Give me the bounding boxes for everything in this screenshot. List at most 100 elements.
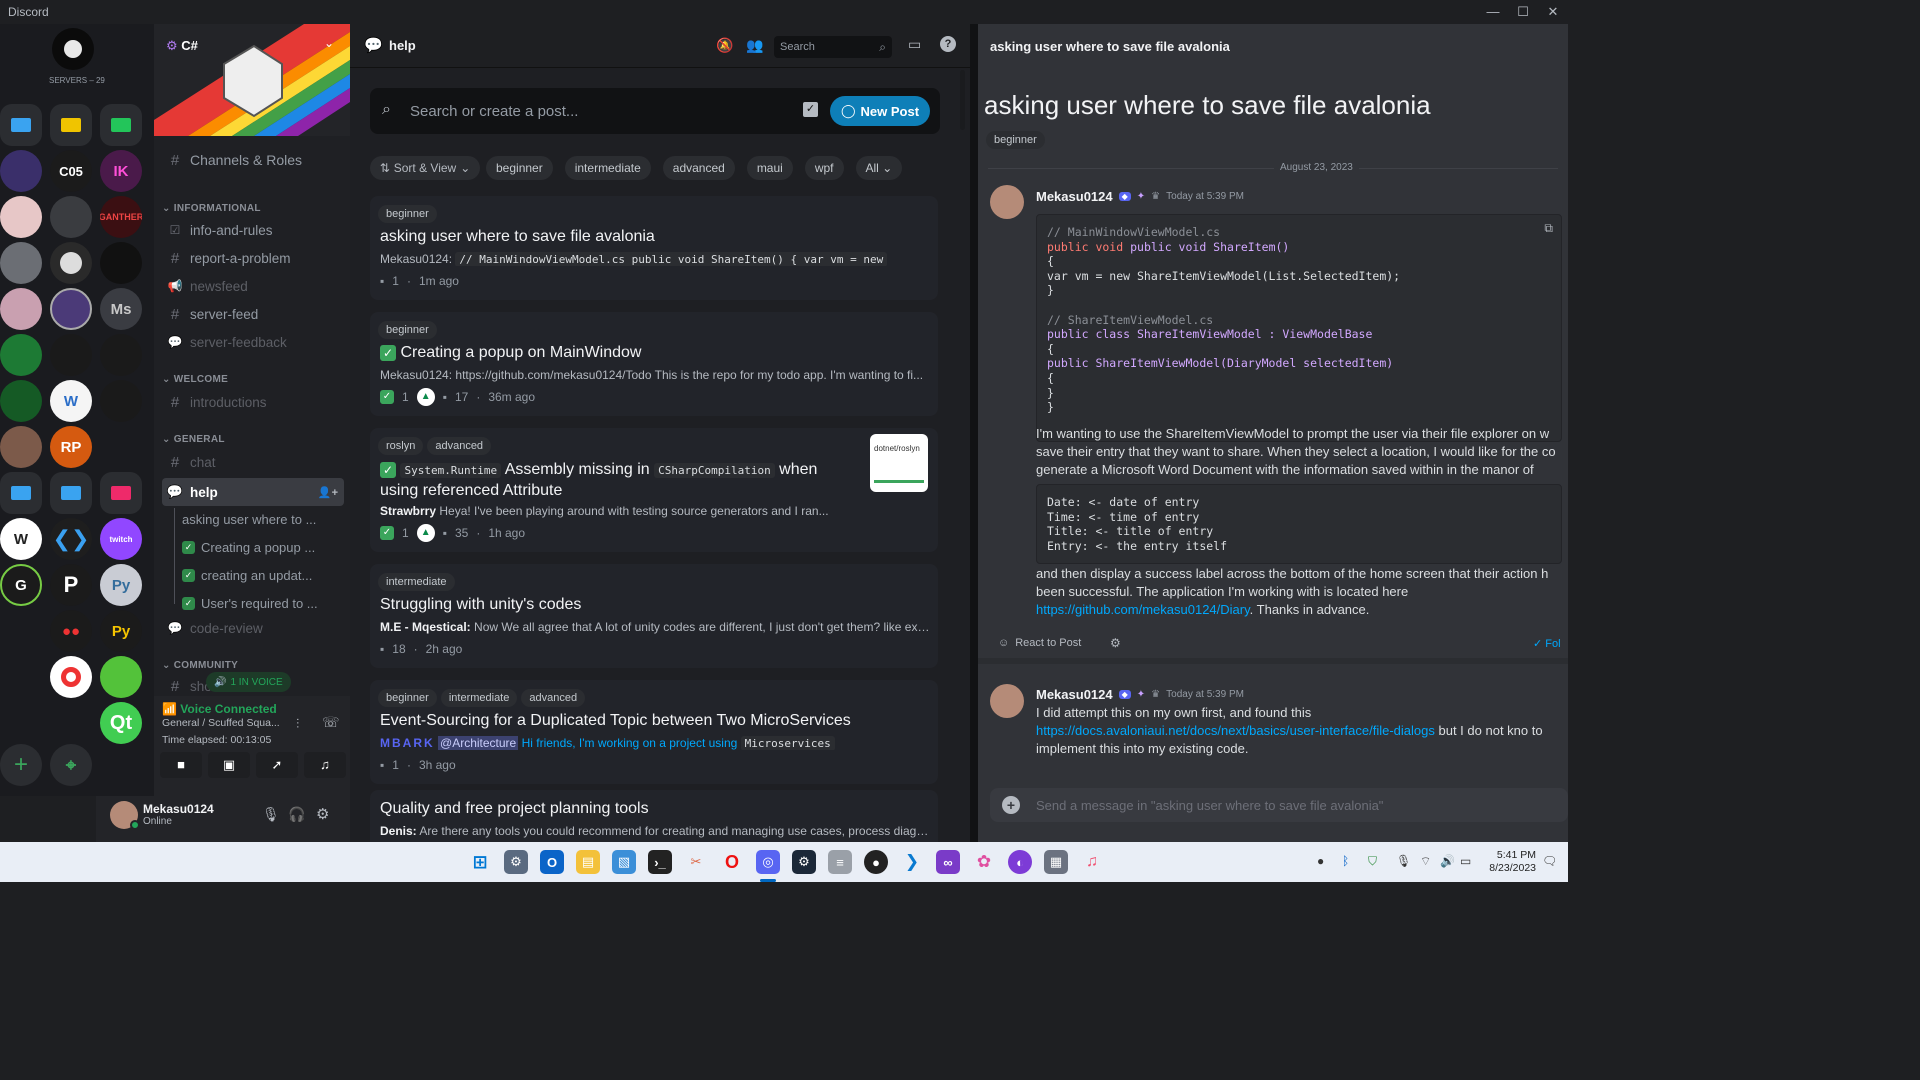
settings-app-icon[interactable]: ⚙ (504, 850, 528, 874)
close-button[interactable]: ✕ (1538, 0, 1568, 24)
folder-icon[interactable] (0, 472, 42, 514)
notification-bell-icon[interactable]: 🗨 (1542, 854, 1557, 868)
microphone-tray-icon[interactable]: 🎙 (1396, 854, 1411, 868)
filter-tag[interactable]: advanced (662, 156, 735, 180)
server-icon[interactable]: IK (100, 150, 142, 192)
activity-button[interactable]: ➚ (256, 752, 298, 778)
add-server-icon[interactable]: + (0, 744, 42, 786)
author-name[interactable]: Mekasu0124 (1036, 189, 1113, 204)
server-icon[interactable] (50, 242, 92, 284)
windows-start-icon[interactable]: ⊞ (468, 850, 492, 874)
paint-app-icon[interactable]: ✿ (972, 850, 996, 874)
server-icon[interactable]: G (0, 564, 42, 606)
server-icon[interactable]: ●● (50, 610, 92, 652)
add-reaction-icon[interactable]: ⚙ (1110, 636, 1121, 650)
disconnect-icon[interactable]: ☏ (322, 714, 340, 731)
thread-item[interactable]: ✓ Creating a popup ... (182, 536, 342, 558)
security-icon[interactable]: ⛉ (1368, 854, 1377, 869)
follow-button[interactable]: ✓ Fol (1533, 637, 1561, 650)
photos-app-icon[interactable]: ▧ (612, 850, 636, 874)
copy-icon[interactable]: ⧉ (1544, 221, 1553, 236)
post-card[interactable]: intermediate Struggling with unity's cod… (370, 564, 938, 668)
category-welcome[interactable]: ⌄ WELCOME (162, 374, 228, 385)
microphone-icon[interactable]: 🎙 (262, 806, 280, 823)
category-general[interactable]: ⌄ GENERAL (162, 434, 225, 445)
inbox-icon[interactable]: ▭ (908, 36, 921, 53)
channels-roles-link[interactable]: # Channels & Roles (166, 148, 342, 172)
filter-all-dropdown[interactable]: All ⌄ (855, 156, 903, 180)
obs-app-icon[interactable]: ● (864, 850, 888, 874)
music-app-icon[interactable]: ♫ (1080, 850, 1104, 874)
post-card[interactable]: Quality and free project planning tools … (370, 790, 938, 842)
channel-info-and-rules[interactable]: ☑ info-and-rules (166, 218, 342, 242)
noise-suppression-icon[interactable]: ⫶ (296, 716, 299, 732)
channel-server-feed[interactable]: # server-feed (166, 302, 342, 326)
channel-report-a-problem[interactable]: # report-a-problem (166, 246, 342, 270)
server-icon[interactable]: Ms (100, 288, 142, 330)
channel-code-review[interactable]: 💬 code-review (166, 616, 342, 640)
wifi-icon[interactable]: ⌔ (1420, 854, 1431, 869)
gear-icon[interactable]: ⚙ (316, 805, 329, 823)
thread-item[interactable]: ✓ User's required to ... (182, 592, 342, 614)
headphones-icon[interactable]: 🎧 (288, 806, 305, 823)
sort-view-button[interactable]: ⇅ Sort & View ⌄ (370, 156, 480, 180)
channel-introductions[interactable]: # introductions (166, 390, 342, 414)
maximize-button[interactable]: ☐ (1508, 0, 1538, 24)
post-title[interactable]: asking user where to save file avalonia (380, 228, 920, 246)
video-button[interactable]: ■ (160, 752, 202, 778)
discord-app-icon[interactable]: ◎ (756, 850, 780, 874)
outlook-app-icon[interactable]: O (540, 850, 564, 874)
mute-bell-icon[interactable]: 🔕 (716, 37, 733, 54)
qt-server-icon[interactable]: Qt (100, 702, 142, 744)
visual-studio-app-icon[interactable]: ∞ (936, 850, 960, 874)
server-icon[interactable]: RP (50, 426, 92, 468)
category-community[interactable]: ⌄ COMMUNITY (162, 660, 238, 671)
member-list-icon[interactable]: 👥 (746, 37, 763, 54)
thread-item[interactable]: asking user where to ... (182, 508, 342, 530)
server-icon[interactable] (100, 242, 142, 284)
folder-icon[interactable] (100, 104, 142, 146)
home-avatar[interactable] (52, 28, 94, 70)
avatar[interactable] (990, 185, 1024, 219)
username[interactable]: Mekasu0124 (143, 802, 214, 816)
folder-icon[interactable] (0, 104, 42, 146)
server-icon[interactable]: GANTHER (100, 196, 142, 238)
filter-tag[interactable]: beginner (486, 156, 553, 180)
vscode-app-icon[interactable]: ❯ (900, 850, 924, 874)
server-icon[interactable] (100, 334, 142, 376)
react-to-post-button[interactable]: ☺ React to Post (998, 637, 1081, 649)
file-explorer-icon[interactable]: ▤ (576, 850, 600, 874)
server-icon[interactable]: C05 (50, 150, 92, 192)
post-title[interactable]: Struggling with unity's codes (380, 596, 920, 614)
chevron-down-icon[interactable]: ⌄ (324, 36, 334, 50)
post-card[interactable]: roslyn advanced ✓ System.Runtime Assembly… (370, 428, 938, 552)
channel-help[interactable]: 💬 help 👤+ (162, 478, 344, 506)
clock[interactable]: 5:41 PM 8/23/2023 (1480, 849, 1536, 875)
server-icon[interactable] (0, 196, 42, 238)
channel-newsfeed[interactable]: 📢 newsfeed (166, 274, 342, 298)
github-app-icon[interactable]: ◐ (1008, 850, 1032, 874)
server-icon[interactable] (0, 426, 42, 468)
repo-link[interactable]: https://github.com/mekasu0124/Diary (1036, 602, 1250, 617)
docs-link[interactable]: https://docs.avaloniaui.net/docs/next/ba… (1036, 723, 1435, 738)
minimize-button[interactable]: — (1478, 0, 1508, 24)
author-name[interactable]: Mekasu0124 (1036, 687, 1113, 702)
server-icon[interactable]: W (0, 518, 42, 560)
post-search-bar[interactable]: ⌕ Search or create a post... ✓ ◯ New Post (370, 88, 940, 134)
category-informational[interactable]: ⌄ INFORMATIONAL (162, 203, 261, 214)
post-title[interactable]: ✓ System.Runtime Assembly missing in CSh… (380, 460, 850, 501)
filter-tag[interactable]: maui (746, 156, 793, 180)
message-composer[interactable]: + Send a message in "asking user where t… (990, 788, 1568, 822)
channel-chat[interactable]: # chat (166, 450, 342, 474)
server-icon[interactable] (50, 656, 92, 698)
server-name[interactable]: ⚙ C# (166, 38, 198, 54)
explore-servers-icon[interactable]: ⌖ (50, 744, 92, 786)
post-title[interactable]: Quality and free project planning tools (380, 800, 920, 818)
voice-status[interactable]: 📶 Voice Connected (162, 702, 277, 716)
server-icon[interactable] (0, 334, 42, 376)
folder-icon[interactable] (50, 104, 92, 146)
server-icon[interactable]: P (50, 564, 92, 606)
server-icon[interactable]: W (50, 380, 92, 422)
server-icon[interactable] (0, 242, 42, 284)
filter-tag[interactable]: wpf (804, 156, 844, 180)
